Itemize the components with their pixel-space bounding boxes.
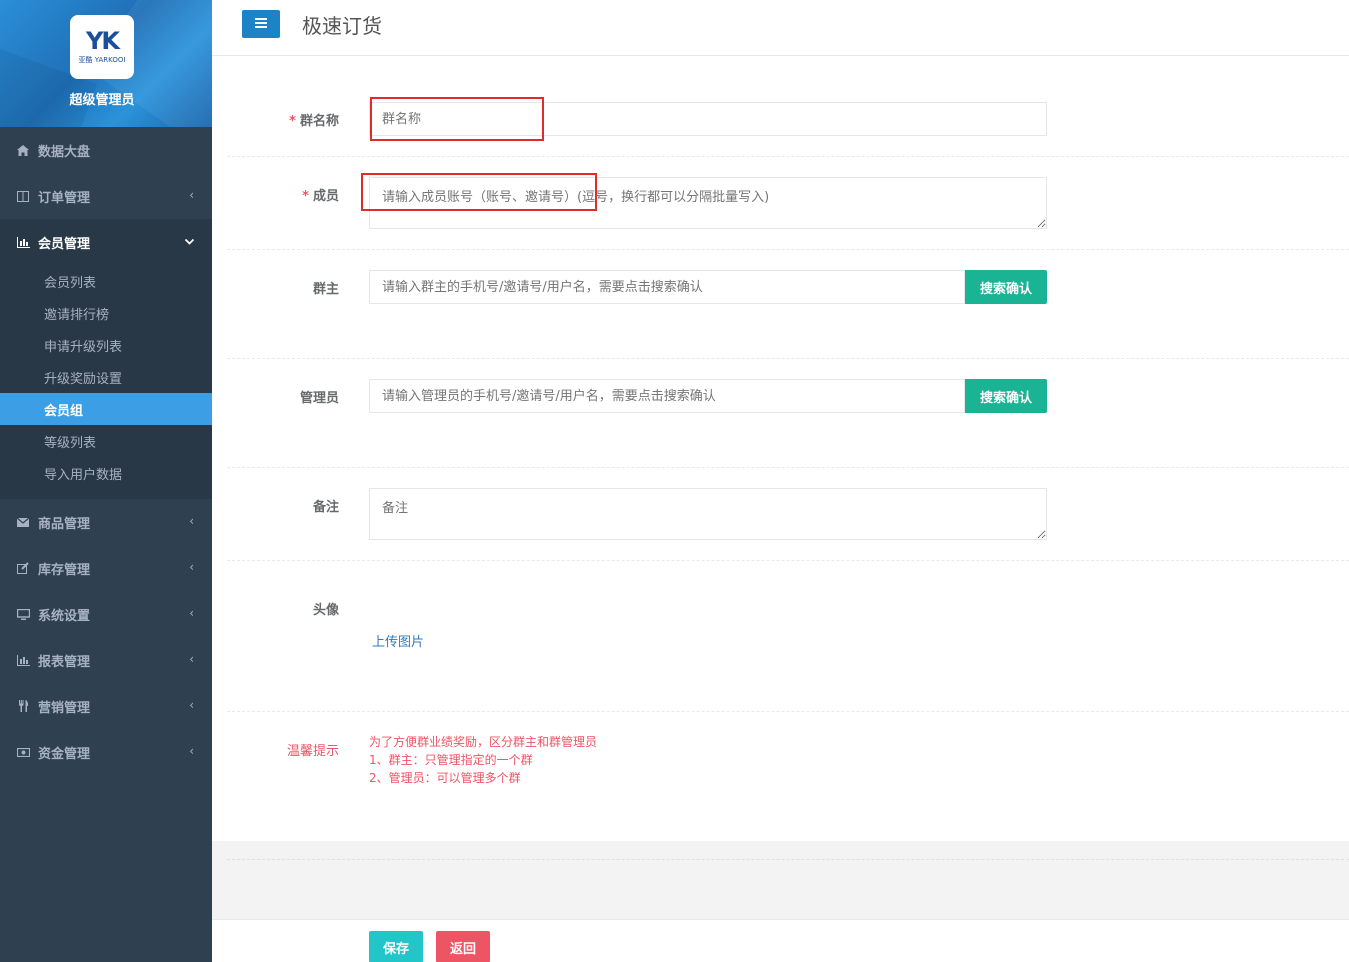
logo-subtitle: 亚酷 YARKOOI	[78, 56, 126, 64]
brand-header: YK 亚酷 YARKOOI 超级管理员	[0, 0, 212, 127]
admin-label: 管理员	[299, 391, 339, 406]
divider	[227, 156, 1349, 157]
divider	[227, 467, 1349, 468]
page-title: 极速订货	[302, 14, 382, 38]
tip-line: 为了方便群业绩奖励，区分群主和群管理员	[369, 735, 598, 749]
tip-line: 1、群主：只管理指定的一个群	[369, 753, 533, 767]
owner-search-button[interactable]: 搜索确认	[965, 270, 1047, 304]
chevron-left-icon: ‹	[189, 188, 194, 202]
bar-chart-icon	[16, 654, 30, 666]
upload-image-link[interactable]: 上传图片	[372, 631, 424, 650]
chevron-down-icon	[184, 234, 195, 248]
tips-content: 为了方便群业绩奖励，区分群主和群管理员 1、群主：只管理指定的一个群 2、管理员…	[369, 733, 597, 787]
desktop-icon	[16, 608, 30, 620]
submenu-item-level-list[interactable]: 等级列表	[0, 425, 212, 457]
chevron-left-icon: ‹	[189, 606, 194, 620]
top-navbar: 极速订货	[212, 0, 1349, 56]
submenu-item-invite-ranking[interactable]: 邀请排行榜	[0, 297, 212, 329]
admin-search-input[interactable]	[369, 379, 965, 413]
tips-label: 温馨提示	[286, 744, 339, 759]
members-label-text: 成员	[312, 189, 339, 204]
envelope-icon	[16, 517, 30, 527]
logo[interactable]: YK 亚酷 YARKOOI	[70, 15, 134, 79]
divider	[227, 358, 1349, 359]
owner-search-input[interactable]	[369, 270, 965, 304]
submenu-item-import-users[interactable]: 导入用户数据	[0, 457, 212, 489]
sidebar-item-label: 报表管理	[38, 654, 91, 670]
sidebar: YK 亚酷 YARKOOI 超级管理员 数据大盘 订单管理 ‹ 会员管理 会员列…	[0, 0, 212, 962]
sidebar-item-label: 会员管理	[38, 236, 91, 252]
divider	[227, 560, 1349, 561]
sidebar-item-reports[interactable]: 报表管理 ‹	[0, 637, 212, 683]
avatar-label: 头像	[312, 603, 339, 618]
sidebar-item-dashboard[interactable]: 数据大盘	[0, 127, 212, 173]
highlight-box	[370, 97, 544, 141]
tip-line: 2、管理员：可以管理多个群	[369, 771, 521, 785]
divider	[227, 249, 1349, 250]
edit-icon	[16, 562, 30, 574]
submenu-item-member-list[interactable]: 会员列表	[0, 265, 212, 297]
sidebar-item-finance[interactable]: 资金管理 ‹	[0, 729, 212, 775]
sidebar-item-label: 库存管理	[38, 562, 91, 578]
group-name-label-text: 群名称	[299, 114, 339, 129]
group-name-label: * 群名称	[212, 110, 339, 129]
chevron-left-icon: ‹	[189, 652, 194, 666]
highlight-box	[361, 173, 597, 211]
submenu-item-upgrade-requests[interactable]: 申请升级列表	[0, 329, 212, 361]
sidebar-item-inventory[interactable]: 库存管理 ‹	[0, 545, 212, 591]
money-icon	[16, 747, 30, 757]
sidebar-menu: 数据大盘 订单管理 ‹ 会员管理 会员列表 邀请排行榜 申请升级列表 升级奖励设…	[0, 127, 212, 775]
admin-search-button[interactable]: 搜索确认	[965, 379, 1047, 413]
owner-label: 群主	[312, 282, 339, 297]
members-submenu: 会员列表 邀请排行榜 申请升级列表 升级奖励设置 会员组 等级列表 导入用户数据	[0, 265, 212, 499]
sidebar-item-label: 资金管理	[38, 746, 91, 762]
required-mark: *	[289, 114, 296, 129]
menu-toggle-button[interactable]	[242, 10, 280, 38]
sidebar-item-label: 数据大盘	[38, 144, 91, 160]
sidebar-item-label: 营销管理	[38, 700, 91, 716]
save-button[interactable]: 保存	[369, 931, 423, 962]
remark-label: 备注	[312, 500, 339, 515]
members-label: * 成员	[212, 185, 339, 204]
bar-chart-icon	[16, 236, 30, 248]
submenu-item-member-groups[interactable]: 会员组	[0, 393, 212, 425]
required-mark: *	[302, 189, 309, 204]
cutlery-icon	[16, 700, 30, 712]
home-icon	[16, 144, 30, 156]
columns-icon	[16, 190, 30, 202]
sidebar-item-products[interactable]: 商品管理 ‹	[0, 499, 212, 545]
sidebar-item-label: 订单管理	[38, 190, 91, 206]
sidebar-item-marketing[interactable]: 营销管理 ‹	[0, 683, 212, 729]
sidebar-item-settings[interactable]: 系统设置 ‹	[0, 591, 212, 637]
logo-mark: YK	[86, 27, 120, 55]
sidebar-item-orders[interactable]: 订单管理 ‹	[0, 173, 212, 219]
sidebar-item-members[interactable]: 会员管理	[0, 219, 212, 265]
divider	[227, 711, 1349, 712]
user-role-title[interactable]: 超级管理员	[0, 89, 204, 108]
remark-textarea[interactable]	[369, 488, 1047, 540]
hamburger-icon	[255, 16, 267, 32]
footer-spacer	[212, 841, 1349, 919]
chevron-left-icon: ‹	[189, 698, 194, 712]
back-button[interactable]: 返回	[436, 931, 490, 962]
chevron-left-icon: ‹	[189, 560, 194, 574]
form-actions: 保存 返回	[212, 919, 1349, 962]
chevron-left-icon: ‹	[189, 744, 194, 758]
sidebar-item-label: 商品管理	[38, 516, 91, 532]
sidebar-item-label: 系统设置	[38, 608, 91, 624]
chevron-left-icon: ‹	[189, 514, 194, 528]
submenu-item-upgrade-rewards[interactable]: 升级奖励设置	[0, 361, 212, 393]
